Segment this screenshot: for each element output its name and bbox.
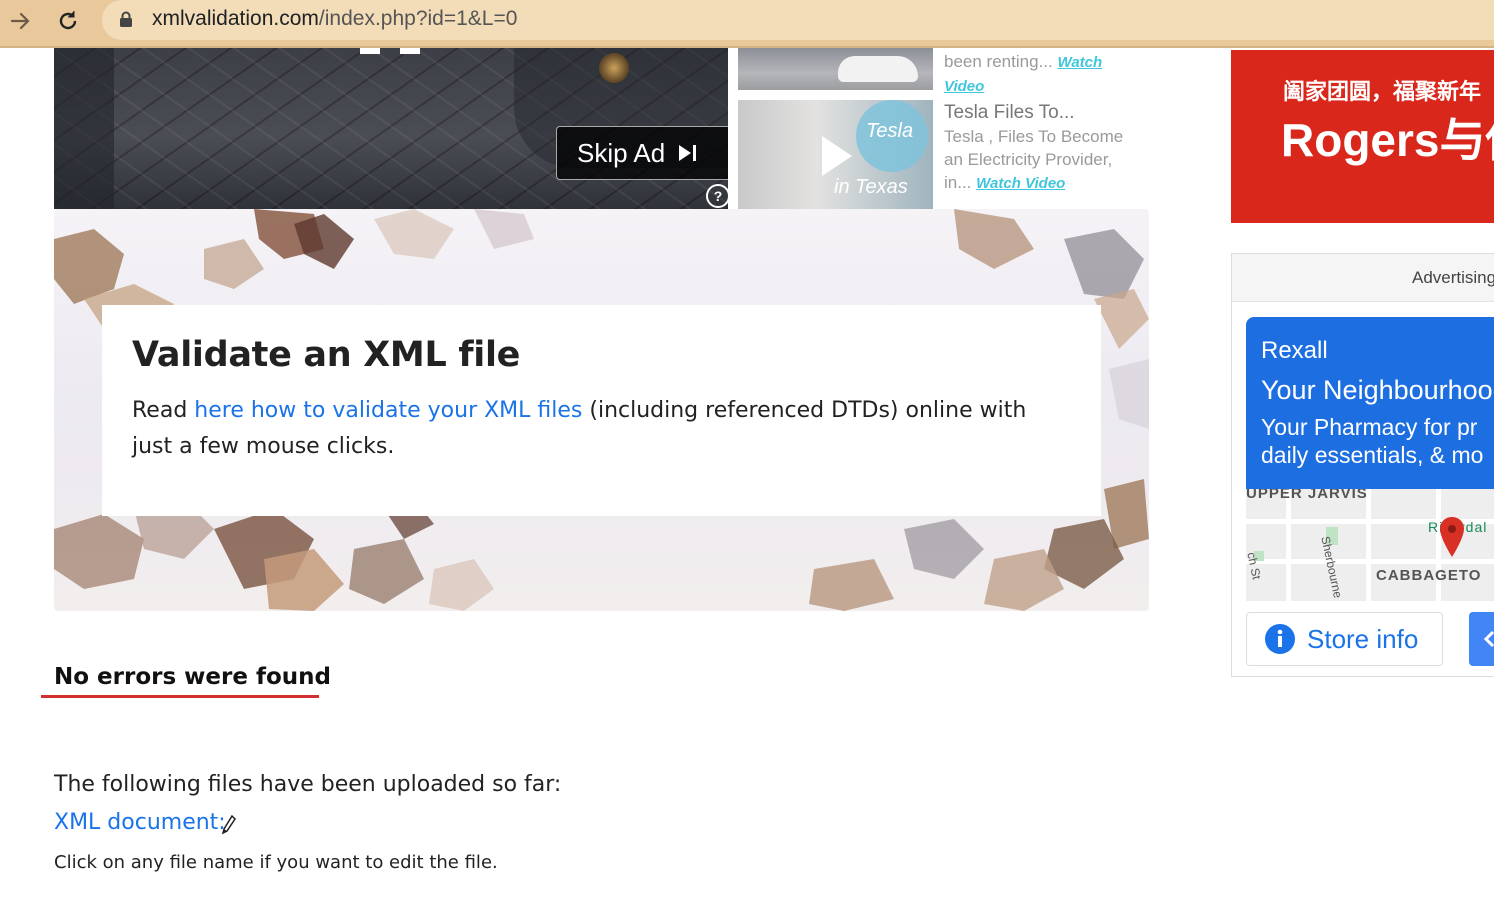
ad-chinese-text: 阖家团圆，福聚新年 <box>1283 80 1482 105</box>
store-info-label: Store info <box>1307 624 1419 654</box>
hero-text-before: Read <box>132 398 195 423</box>
xml-document-link[interactable]: XML document: <box>54 810 226 835</box>
video-thumbnail[interactable]: Tesla in Texas <box>738 100 933 209</box>
map-pin-icon[interactable] <box>1440 517 1464 557</box>
rexall-sub-line2: daily essentials, & mo <box>1261 442 1484 468</box>
ad-brand-text: Rogers与你 <box>1281 114 1494 166</box>
store-info-button[interactable]: Store info <box>1246 612 1443 666</box>
rexall-banner[interactable]: Rexall Your Neighbourhood Your Pharmacy … <box>1246 317 1494 489</box>
validate-howto-link[interactable]: here how to validate your XML files <box>194 398 582 423</box>
map-label: CABBAGETO <box>1376 567 1482 584</box>
hero-card: Validate an XML file Read here how to va… <box>102 305 1101 516</box>
store-map[interactable]: UPPER JARVIS CABBAGETO Riverdal Sherbour… <box>1246 489 1494 601</box>
pencil-icon[interactable] <box>221 814 236 839</box>
watch-video-link[interactable]: Watch Video <box>976 175 1065 192</box>
arrow-right-icon[interactable] <box>6 7 34 35</box>
rexall-brand: Rexall <box>1261 337 1328 364</box>
skip-next-icon <box>677 142 699 164</box>
directions-button[interactable] <box>1469 612 1494 666</box>
video-title[interactable]: Tesla Files To... <box>944 102 1075 124</box>
video-ad[interactable]: Skip Ad ? <box>54 48 728 209</box>
car-image <box>838 56 918 82</box>
browser-toolbar: xmlvalidation.com/index.php?id=1&L=0 <box>0 0 1494 48</box>
hero-banner: Validate an XML file Read here how to va… <box>54 209 1149 611</box>
status-underline <box>41 695 319 698</box>
map-road <box>1366 489 1371 601</box>
video-scene-wall <box>54 48 114 209</box>
play-icon[interactable] <box>822 136 852 176</box>
ad-help-icon[interactable]: ? <box>706 184 728 208</box>
page-title: Validate an XML file <box>132 335 521 375</box>
validation-status: No errors were found <box>54 664 331 690</box>
video-snippet-text: been renting... <box>944 52 1053 71</box>
lock-icon[interactable] <box>119 11 133 32</box>
chevron-left-icon <box>1483 630 1494 648</box>
edit-hint: Click on any file name if you want to ed… <box>54 852 498 873</box>
rexall-sub-line1: Your Pharmacy for pr <box>1261 414 1478 440</box>
thumb-text-top: Tesla <box>866 120 914 142</box>
skip-ad-button[interactable]: Skip Ad <box>556 126 728 180</box>
rexall-subtext: Your Pharmacy for pr daily essentials, &… <box>1261 413 1483 469</box>
video-pause-bar <box>400 48 420 54</box>
uploaded-files-heading: The following files have been uploaded s… <box>54 772 562 797</box>
video-snippet: Tesla , Files To Become an Electricity P… <box>944 125 1144 195</box>
video-snippet: been renting... Watch Video <box>944 50 1144 98</box>
thumb-text-bottom: in Texas <box>834 176 908 198</box>
reload-icon[interactable] <box>54 7 82 35</box>
address-bar[interactable]: xmlvalidation.com/index.php?id=1&L=0 <box>102 0 1494 40</box>
hero-description: Read here how to validate your XML files… <box>132 393 1072 465</box>
video-thumbnail[interactable] <box>738 48 933 90</box>
video-pause-bar <box>360 48 380 54</box>
url-host: xmlvalidation.com <box>152 7 319 30</box>
ad-header: Advertising <box>1232 254 1494 302</box>
info-icon <box>1265 624 1295 658</box>
rogers-ad[interactable]: 阖家团圆，福聚新年 Rogers与你 <box>1231 50 1494 223</box>
rexall-headline: Your Neighbourhood <box>1261 375 1494 405</box>
map-label: UPPER JARVIS <box>1246 489 1368 502</box>
advertising-label: Advertising <box>1412 268 1494 287</box>
map-road <box>1286 489 1291 601</box>
rexall-ad[interactable]: Advertising Rexall Your Neighbourhood Yo… <box>1231 253 1494 677</box>
url-text[interactable]: xmlvalidation.com/index.php?id=1&L=0 <box>152 7 517 31</box>
video-scene-orb <box>599 53 629 83</box>
map-label: Sherbourne St <box>1318 535 1349 601</box>
skip-ad-label: Skip Ad <box>577 137 666 168</box>
url-path: /index.php?id=1&L=0 <box>318 7 518 30</box>
